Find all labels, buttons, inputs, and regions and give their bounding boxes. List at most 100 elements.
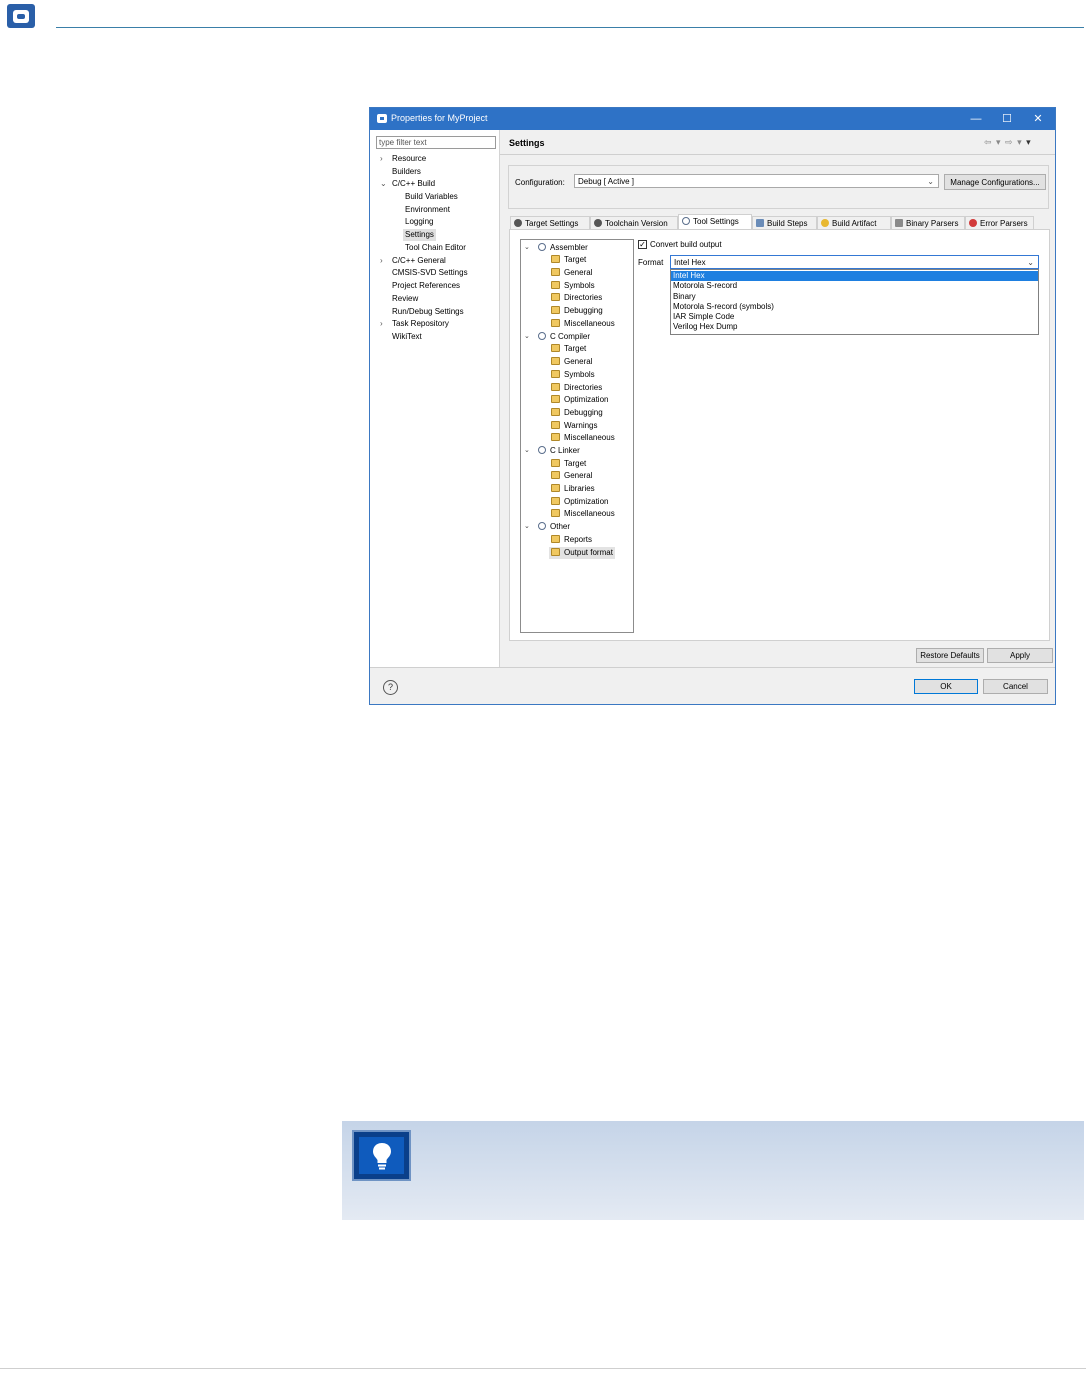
gear-icon: [538, 332, 546, 340]
chevron-right-icon[interactable]: ›: [380, 318, 383, 330]
nav-item-cpp-build[interactable]: ⌄ C/C++ Build: [380, 178, 435, 190]
chevron-down-icon[interactable]: ⌄: [524, 521, 530, 533]
dropdown-option[interactable]: Motorola S-record: [671, 281, 1038, 291]
tree-item[interactable]: Debugging: [551, 305, 603, 317]
error-icon: [969, 219, 977, 227]
nav-item-build-variables[interactable]: Build Variables: [405, 191, 458, 203]
tree-item[interactable]: Libraries: [551, 483, 595, 495]
dropdown-option[interactable]: Binary: [671, 292, 1038, 302]
tree-group-other[interactable]: ⌄ Other: [524, 521, 570, 533]
chevron-right-icon[interactable]: ›: [380, 153, 383, 165]
tree-item[interactable]: Optimization: [551, 394, 608, 406]
logo-icon: [7, 4, 35, 28]
ok-button[interactable]: OK: [914, 679, 978, 694]
option-icon: [551, 497, 560, 505]
nav-item-cpp-general[interactable]: › C/C++ General: [380, 255, 446, 267]
tab-build-artifact[interactable]: Build Artifact: [817, 216, 891, 230]
tab-target-settings[interactable]: Target Settings: [510, 216, 590, 230]
option-icon: [551, 344, 560, 352]
maximize-icon[interactable]: ☐: [992, 108, 1022, 130]
chevron-down-icon[interactable]: ⌄: [524, 445, 530, 457]
option-icon: [551, 357, 560, 365]
nav-item-review[interactable]: Review: [392, 293, 418, 305]
tree-item[interactable]: Optimization: [551, 496, 608, 508]
nav-item-project-references[interactable]: Project References: [392, 280, 460, 292]
tree-item[interactable]: Symbols: [551, 369, 595, 381]
tree-item[interactable]: Target: [551, 458, 586, 470]
format-label: Format: [638, 258, 664, 267]
tree-item[interactable]: Debugging: [551, 407, 603, 419]
nav-item-environment[interactable]: Environment: [405, 204, 450, 216]
help-icon[interactable]: ?: [383, 680, 398, 695]
dialog-titlebar[interactable]: Properties for MyProject — ☐ ✕: [370, 108, 1055, 130]
tree-item[interactable]: Miscellaneous: [551, 318, 615, 330]
option-icon: [551, 395, 560, 403]
footer-divider: [0, 1368, 1086, 1369]
option-icon: [551, 293, 560, 301]
configuration-select[interactable]: Debug [ Active ] ⌄: [574, 174, 939, 188]
option-icon: [551, 484, 560, 492]
tree-group-c-linker[interactable]: ⌄ C Linker: [524, 445, 580, 457]
tree-item[interactable]: Miscellaneous: [551, 432, 615, 444]
chevron-right-icon[interactable]: ›: [380, 255, 383, 267]
tree-item[interactable]: Symbols: [551, 280, 595, 292]
dropdown-option[interactable]: Motorola S-record (symbols): [671, 302, 1038, 312]
tree-item[interactable]: Directories: [551, 292, 602, 304]
dropdown-option[interactable]: IAR Simple Code: [671, 312, 1038, 322]
chevron-down-icon[interactable]: ⌄: [380, 178, 387, 190]
filter-input[interactable]: type filter text: [376, 136, 496, 149]
close-icon[interactable]: ✕: [1023, 108, 1053, 130]
gear-icon: [538, 522, 546, 530]
tree-item[interactable]: Miscellaneous: [551, 508, 615, 520]
nav-item-logging[interactable]: Logging: [405, 216, 433, 228]
tab-toolchain-version[interactable]: Toolchain Version: [590, 216, 678, 230]
tab-build-steps[interactable]: Build Steps: [752, 216, 817, 230]
nav-item-resource[interactable]: › Resource: [380, 153, 426, 165]
header-divider: [56, 27, 1084, 28]
gear-icon: [682, 217, 690, 225]
nav-item-tool-chain-editor[interactable]: Tool Chain Editor: [405, 242, 466, 254]
tree-item[interactable]: Directories: [551, 382, 602, 394]
nav-item-builders[interactable]: Builders: [392, 166, 421, 178]
configuration-label: Configuration:: [515, 178, 565, 187]
history-nav-icon[interactable]: ⇦ ▾ ⇨ ▾ ▾: [984, 137, 1032, 148]
chevron-down-icon[interactable]: ⌄: [524, 331, 530, 343]
convert-output-label[interactable]: Convert build output: [650, 240, 722, 249]
tree-item[interactable]: General: [551, 356, 592, 368]
restore-defaults-button[interactable]: Restore Defaults: [916, 648, 984, 663]
tip-box: [342, 1121, 1084, 1220]
tree-item[interactable]: General: [551, 470, 592, 482]
nav-item-task-repository[interactable]: › Task Repository: [380, 318, 449, 330]
minimize-icon[interactable]: —: [961, 108, 991, 130]
apply-button[interactable]: Apply: [987, 648, 1053, 663]
convert-output-checkbox[interactable]: ✓: [638, 240, 647, 249]
chevron-down-icon: ⌄: [1027, 258, 1034, 267]
chevron-down-icon[interactable]: ⌄: [524, 242, 530, 254]
gear-icon: [538, 446, 546, 454]
cancel-button[interactable]: Cancel: [983, 679, 1048, 694]
tree-item[interactable]: Reports: [551, 534, 592, 546]
dropdown-option[interactable]: Intel Hex: [671, 271, 1038, 281]
tab-tool-settings[interactable]: Tool Settings: [678, 214, 752, 230]
nav-item-settings[interactable]: Settings: [403, 229, 436, 241]
tree-item[interactable]: Target: [551, 254, 586, 266]
properties-dialog: Properties for MyProject — ☐ ✕ type filt…: [369, 107, 1056, 705]
property-navigation: type filter text › Resource Builders ⌄ C/C…: [370, 130, 500, 667]
nav-item-wikitext[interactable]: WikiText: [392, 331, 422, 343]
tree-item[interactable]: Target: [551, 343, 586, 355]
tree-item[interactable]: General: [551, 267, 592, 279]
target-icon: [514, 219, 522, 227]
nav-item-cmsis-svd[interactable]: CMSIS-SVD Settings: [392, 267, 468, 279]
option-icon: [551, 459, 560, 467]
option-icon: [551, 383, 560, 391]
tree-group-assembler[interactable]: ⌄ Assembler: [524, 242, 588, 254]
tree-group-c-compiler[interactable]: ⌄ C Compiler: [524, 331, 590, 343]
manage-configurations-button[interactable]: Manage Configurations...: [944, 174, 1046, 190]
dropdown-option[interactable]: Verilog Hex Dump: [671, 322, 1038, 332]
format-select[interactable]: Intel Hex ⌄: [670, 255, 1039, 269]
tree-item[interactable]: Warnings: [551, 420, 598, 432]
tab-binary-parsers[interactable]: Binary Parsers: [891, 216, 965, 230]
nav-item-run-debug-settings[interactable]: Run/Debug Settings: [392, 306, 464, 318]
tree-item-selected[interactable]: Output format: [549, 547, 615, 559]
tab-error-parsers[interactable]: Error Parsers: [965, 216, 1034, 230]
